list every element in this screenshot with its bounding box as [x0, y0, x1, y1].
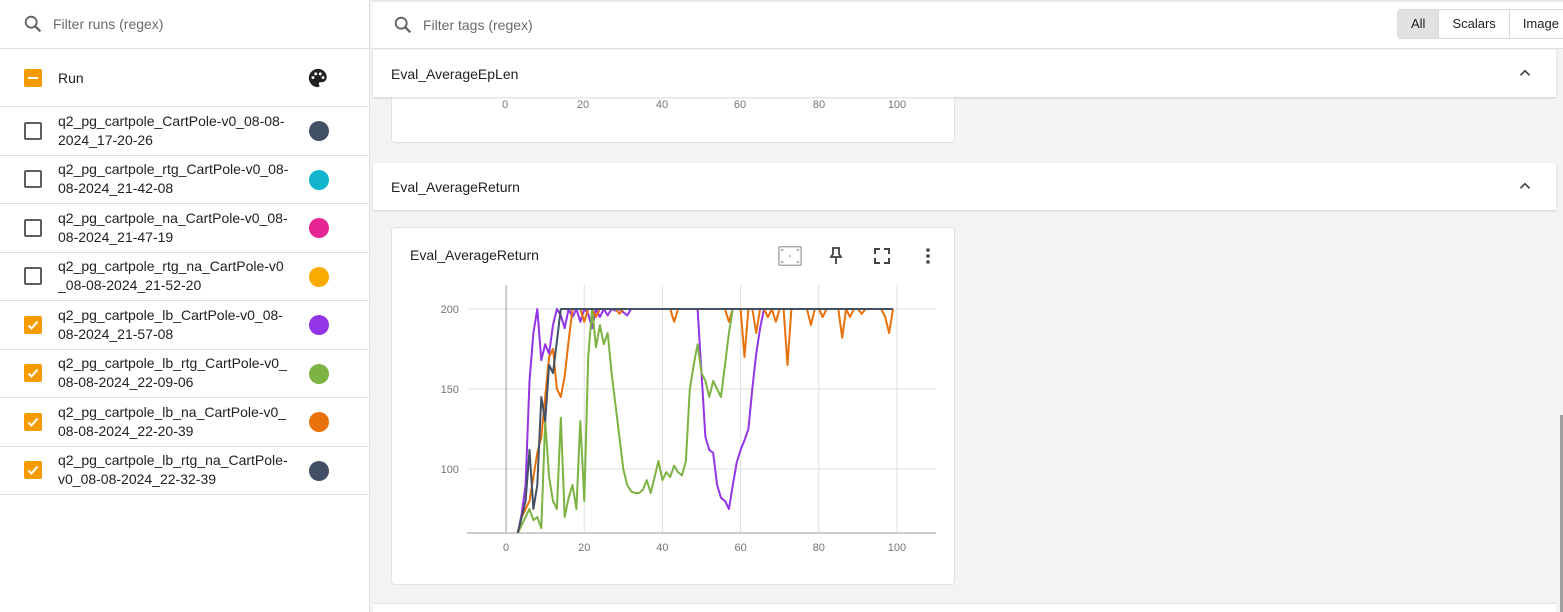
run-checkbox[interactable] — [24, 218, 42, 237]
tab-all[interactable]: All — [1398, 10, 1440, 38]
run-checkbox[interactable] — [24, 315, 42, 334]
run-color-swatch[interactable] — [309, 169, 329, 190]
run-name: q2_pg_cartpole_lb_rtg_CartPole-v0_08-08-… — [58, 355, 287, 391]
run-color-swatch[interactable] — [309, 363, 329, 384]
eplen-tick-label: 40 — [656, 99, 668, 111]
return-chart-card: Eval_AverageReturn 100 150 200 0 20 40 60 80 100 — [391, 227, 955, 585]
line-chart[interactable]: 100 150 200 0 20 40 60 80 100 — [392, 228, 956, 586]
tab-image[interactable]: Image — [1510, 10, 1563, 38]
run-checkbox[interactable] — [24, 121, 42, 140]
next-section-edge — [373, 603, 1556, 612]
main-panel: All Scalars Image 0 20 40 60 80 100 Eval… — [372, 0, 1563, 612]
runs-sidebar: Run q2_pg_cartpole_CartPole-v0_08-08-202… — [0, 0, 370, 612]
run-row[interactable]: q2_pg_cartpole_lb_rtg_na_CartPole-v0_08-… — [0, 447, 369, 495]
search-icon — [24, 15, 42, 33]
x-tick-label: 0 — [503, 542, 509, 554]
run-color-swatch[interactable] — [309, 460, 329, 481]
x-tick-label: 60 — [734, 542, 746, 554]
section-header-return[interactable]: Eval_AverageReturn — [373, 163, 1556, 210]
palette-icon[interactable] — [307, 67, 329, 89]
run-color-swatch[interactable] — [309, 266, 329, 287]
run-checkbox[interactable] — [24, 461, 42, 480]
eplen-tick-label: 80 — [813, 99, 825, 111]
y-tick-label: 100 — [441, 464, 459, 476]
run-color-swatch[interactable] — [309, 218, 329, 238]
run-row[interactable]: q2_pg_cartpole_lb_rtg_CartPole-v0_08-08-… — [0, 350, 369, 398]
tags-filter-input[interactable] — [423, 17, 823, 33]
run-name: q2_pg_cartpole_na_CartPole-v0_08-08-2024… — [58, 209, 288, 245]
run-name: q2_pg_cartpole_rtg_na_CartPole-v0_08-08-… — [58, 258, 284, 294]
run-name: q2_pg_cartpole_lb_rtg_na_CartPole-v0_08-… — [58, 452, 288, 488]
run-name: q2_pg_cartpole_lb_CartPole-v0_08-08-2024… — [58, 306, 283, 342]
run-row[interactable]: q2_pg_cartpole_rtg_na_CartPole-v0_08-08-… — [0, 253, 369, 301]
run-name: q2_pg_cartpole_CartPole-v0_08-08-2024_17… — [58, 112, 285, 148]
select-all-checkbox[interactable] — [24, 68, 42, 87]
chevron-up-icon[interactable] — [1516, 64, 1534, 82]
run-name: q2_pg_cartpole_lb_na_CartPole-v0_08-08-2… — [58, 403, 287, 439]
eplen-tick-label: 20 — [577, 99, 589, 111]
section-title: Eval_AverageEpLen — [391, 65, 519, 82]
run-name: q2_pg_cartpole_rtg_CartPole-v0_08-08-202… — [58, 161, 289, 197]
run-row[interactable]: q2_pg_cartpole_lb_na_CartPole-v0_08-08-2… — [0, 398, 369, 447]
tag-filter-bar: All Scalars Image — [372, 0, 1563, 49]
run-row[interactable]: q2_pg_cartpole_CartPole-v0_08-08-2024_17… — [0, 107, 369, 156]
runs-header: Run — [0, 49, 369, 107]
x-tick-label: 100 — [888, 542, 906, 554]
run-row[interactable]: q2_pg_cartpole_rtg_CartPole-v0_08-08-202… — [0, 156, 369, 204]
x-tick-label: 20 — [578, 542, 590, 554]
section-header-eplen[interactable]: Eval_AverageEpLen — [373, 50, 1556, 97]
run-checkbox[interactable] — [24, 364, 42, 383]
search-icon — [394, 16, 412, 34]
run-color-swatch[interactable] — [309, 412, 329, 432]
tab-scalars[interactable]: Scalars — [1439, 10, 1510, 38]
run-checkbox[interactable] — [24, 412, 42, 431]
y-tick-label: 200 — [441, 304, 459, 316]
run-row[interactable]: q2_pg_cartpole_lb_CartPole-v0_08-08-2024… — [0, 301, 369, 350]
runs-header-label: Run — [58, 69, 84, 86]
run-checkbox[interactable] — [24, 267, 42, 286]
y-tick-label: 150 — [441, 384, 459, 396]
runs-search-row — [0, 0, 369, 49]
chevron-up-icon[interactable] — [1516, 177, 1534, 195]
run-row[interactable]: q2_pg_cartpole_na_CartPole-v0_08-08-2024… — [0, 204, 369, 253]
x-tick-label: 40 — [656, 542, 668, 554]
run-list: q2_pg_cartpole_CartPole-v0_08-08-2024_17… — [0, 107, 369, 495]
plugin-type-tabs: All Scalars Image — [1397, 9, 1563, 39]
run-color-swatch[interactable] — [309, 121, 329, 141]
eplen-tick-label: 60 — [734, 99, 746, 111]
eplen-tick-label: 0 — [502, 99, 508, 111]
scrollbar[interactable] — [1558, 60, 1563, 612]
eplen-tick-label: 100 — [888, 99, 906, 111]
run-checkbox[interactable] — [24, 170, 42, 189]
x-tick-label: 80 — [813, 542, 825, 554]
tensorboard-app: Run q2_pg_cartpole_CartPole-v0_08-08-202… — [0, 0, 1563, 612]
section-title: Eval_AverageReturn — [391, 178, 520, 195]
run-color-swatch[interactable] — [309, 315, 329, 335]
runs-filter-input[interactable] — [53, 16, 333, 32]
